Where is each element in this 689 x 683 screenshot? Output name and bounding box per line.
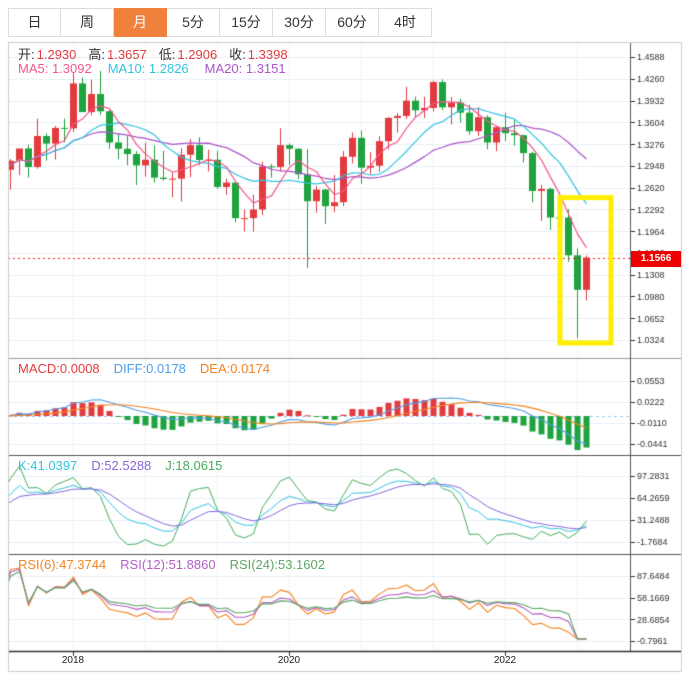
rsi-readout: RSI(6):47.3744 RSI(12):51.8860 RSI(24):53.…	[18, 557, 339, 572]
tab-week[interactable]: 周	[61, 8, 114, 37]
tab-day[interactable]: 日	[8, 8, 61, 37]
diff-value: DIFF:0.0178	[114, 361, 186, 376]
tab-month[interactable]: 月	[114, 8, 167, 37]
ma-readout: MA5: 1.3092 MA10: 1.2826 MA20: 1.3151	[18, 61, 302, 76]
macd-value: MACD:0.0008	[18, 361, 100, 376]
open-label: 开:	[18, 47, 35, 62]
close-label: 收:	[229, 47, 246, 62]
tab-4hour[interactable]: 4时	[379, 8, 432, 37]
ma20-value: MA20: 1.3151	[205, 61, 286, 76]
rsi12-value: RSI(12):51.8860	[120, 557, 215, 572]
high-label: 高:	[88, 47, 105, 62]
ma5-value: MA5: 1.3092	[18, 61, 92, 76]
macd-readout: MACD:0.0008 DIFF:0.0178 DEA:0.0174	[18, 361, 284, 376]
timeframe-tabs: 日 周 月 5分 15分 30分 60分 4时	[8, 8, 432, 37]
k-value: K:41.0397	[18, 458, 77, 473]
j-value: J:18.0615	[165, 458, 222, 473]
tab-15min[interactable]: 15分	[220, 8, 273, 37]
chart-canvas[interactable]	[0, 0, 689, 683]
open-value: 1.2930	[37, 47, 77, 62]
d-value: D:52.5288	[91, 458, 151, 473]
low-label: 低:	[159, 47, 176, 62]
ma10-value: MA10: 1.2826	[108, 61, 189, 76]
close-value: 1.3398	[248, 47, 288, 62]
tab-30min[interactable]: 30分	[273, 8, 326, 37]
rsi24-value: RSI(24):53.1602	[230, 557, 325, 572]
tab-5min[interactable]: 5分	[167, 8, 220, 37]
kdj-readout: K:41.0397 D:52.5288 J:18.0615	[18, 458, 236, 473]
price-badge: 1.1566	[631, 251, 681, 267]
tab-60min[interactable]: 60分	[326, 8, 379, 37]
x-axis-label-2020: 2020	[274, 655, 304, 666]
high-value: 1.3657	[107, 47, 147, 62]
dea-value: DEA:0.0174	[200, 361, 270, 376]
rsi6-value: RSI(6):47.3744	[18, 557, 106, 572]
x-axis-label-2022: 2022	[490, 655, 520, 666]
x-axis-label-2018: 2018	[58, 655, 88, 666]
low-value: 1.2906	[177, 47, 217, 62]
